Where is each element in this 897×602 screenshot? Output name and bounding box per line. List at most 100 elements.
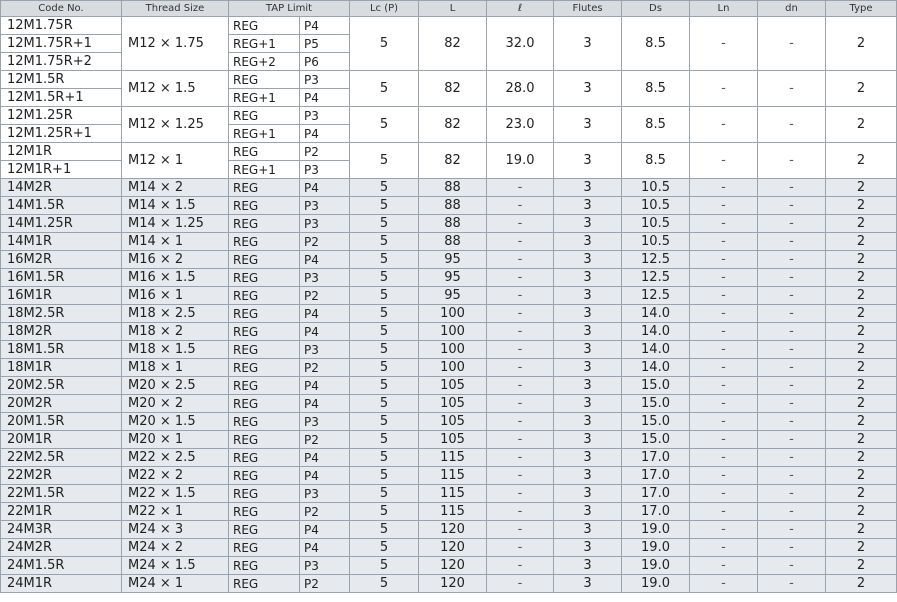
table-row: 16M2R M16 × 2 REG P4 5 95-3 12.5- -2 (0, 250, 897, 269)
type-cell: 2 (825, 412, 897, 431)
length-cell: 100 (418, 340, 488, 359)
tap-class-cell: P4 (298, 520, 351, 539)
tap-class-cell: P3 (298, 70, 351, 89)
tap-class-cell: P2 (298, 430, 351, 449)
dn-cell: - (757, 466, 827, 485)
code-cell: 12M1.25R+1 (0, 124, 122, 143)
flutes-cell: 3 (553, 106, 623, 143)
type-cell: 2 (825, 484, 897, 503)
lc-cell: 5 (349, 520, 420, 539)
header-ds: Ds (621, 0, 691, 17)
ln-cell: - (689, 466, 759, 485)
code-cell: 22M1R (0, 502, 122, 521)
table-row: 22M1R M22 × 1 REG P2 5 115-3 17.0- -2 (0, 502, 897, 521)
dn-cell: - (757, 358, 827, 377)
thread-size-cell: M14 × 1.25 (121, 214, 229, 233)
dn-cell: - (757, 268, 827, 287)
code-cell: 20M1.5R (0, 412, 122, 431)
tap-class-cell: P5 (298, 34, 351, 53)
tap-limit-cell: REG (228, 142, 300, 161)
tap-limit-cell: REG+1 (228, 88, 300, 107)
type-cell: 2 (825, 268, 897, 287)
shank-diameter-cell: 8.5 (621, 142, 691, 179)
dn-cell: - (757, 394, 827, 413)
header-row: Code No. Thread Size TAP Limit Lc (P) L … (0, 0, 897, 17)
shank-diameter-cell: 12.5 (621, 286, 691, 305)
length-cell: 105 (418, 412, 488, 431)
thread-size-cell: M20 × 2.5 (121, 376, 229, 395)
shank-diameter-cell: 12.5 (621, 250, 691, 269)
header-tap-limit: TAP Limit (227, 0, 351, 17)
thread-size-cell: M12 × 1.75 (121, 16, 229, 71)
ln-cell: - (689, 214, 759, 233)
dn-cell: - (757, 556, 827, 575)
flutes-cell: 3 (553, 268, 623, 287)
type-cell: 2 (825, 70, 897, 107)
thread-length-cell: - (486, 466, 555, 485)
code-cell: 14M1.25R (0, 214, 122, 233)
shank-diameter-cell: 19.0 (621, 556, 691, 575)
code-cell: 20M2R (0, 394, 122, 413)
dn-cell: - (757, 16, 827, 71)
flutes-cell: 3 (553, 538, 623, 557)
flutes-cell: 3 (553, 556, 623, 575)
thread-size-cell: M22 × 2 (121, 466, 229, 485)
tap-limit-cell: REG (228, 538, 300, 557)
tap-limit-cell: REG (228, 484, 300, 503)
flutes-cell: 3 (553, 376, 623, 395)
thread-length-cell: 32.0 (486, 16, 555, 71)
code-cell: 16M2R (0, 250, 122, 269)
lc-cell: 5 (349, 16, 420, 71)
type-cell: 2 (825, 466, 897, 485)
flutes-cell: 3 (553, 520, 623, 539)
dn-cell: - (757, 520, 827, 539)
tap-class-cell: P4 (298, 304, 351, 323)
code-cell: 16M1.5R (0, 268, 122, 287)
type-cell: 2 (825, 106, 897, 143)
shank-diameter-cell: 17.0 (621, 484, 691, 503)
table-row: 12M1R M12 × 1 REG P2 5 82 19.0 3 8.5- -2 (0, 142, 897, 179)
tap-class-cell: P3 (298, 412, 351, 431)
tap-limit-cell: REG (228, 268, 300, 287)
ln-cell: - (689, 484, 759, 503)
type-cell: 2 (825, 250, 897, 269)
shank-diameter-cell: 8.5 (621, 106, 691, 143)
thread-size-cell: M18 × 2 (121, 322, 229, 341)
thread-length-cell: - (486, 196, 555, 215)
header-l: L (418, 0, 488, 17)
ln-cell: - (689, 268, 759, 287)
thread-size-cell: M22 × 1 (121, 502, 229, 521)
thread-size-cell: M14 × 1.5 (121, 196, 229, 215)
ln-cell: - (689, 358, 759, 377)
tap-class-cell: P2 (298, 232, 351, 251)
table-row: 20M2.5R M20 × 2.5 REG P4 5 105-3 15.0- -2 (0, 376, 897, 395)
tap-limit-cell: REG (228, 70, 300, 89)
table-body: 12M1.75R M12 × 1.75 REG P4 5 82 32.0 3 8.5- -2 12M… (0, 16, 897, 593)
flutes-cell: 3 (553, 178, 623, 197)
type-cell: 2 (825, 376, 897, 395)
flutes-cell: 3 (553, 322, 623, 341)
tap-class-cell: P3 (298, 484, 351, 503)
table-row: 18M2R M18 × 2 REG P4 5 100-3 14.0- -2 (0, 322, 897, 341)
tap-class-cell: P4 (298, 376, 351, 395)
table-row: 24M3R M24 × 3 REG P4 5 120-3 19.0- -2 (0, 520, 897, 539)
tap-class-cell: P3 (298, 214, 351, 233)
code-cell: 24M1.5R (0, 556, 122, 575)
length-cell: 115 (418, 502, 488, 521)
length-cell: 115 (418, 484, 488, 503)
table-row: 24M1.5R M24 × 1.5 REG P3 5 120-3 19.0- -2 (0, 556, 897, 575)
ln-cell: - (689, 142, 759, 179)
flutes-cell: 3 (553, 286, 623, 305)
thread-size-cell: M12 × 1 (121, 142, 229, 179)
code-cell: 18M2R (0, 322, 122, 341)
table-row: 14M1R M14 × 1 REG P2 5 88-3 10.5- -2 (0, 232, 897, 251)
header-flutes: Flutes (553, 0, 623, 17)
flutes-cell: 3 (553, 430, 623, 449)
code-cell: 14M1R (0, 232, 122, 251)
shank-diameter-cell: 10.5 (621, 214, 691, 233)
tap-limit-cell: REG+1 (228, 34, 300, 53)
type-cell: 2 (825, 304, 897, 323)
thread-length-cell: - (486, 538, 555, 557)
thread-length-cell: - (486, 574, 555, 593)
length-cell: 120 (418, 556, 488, 575)
